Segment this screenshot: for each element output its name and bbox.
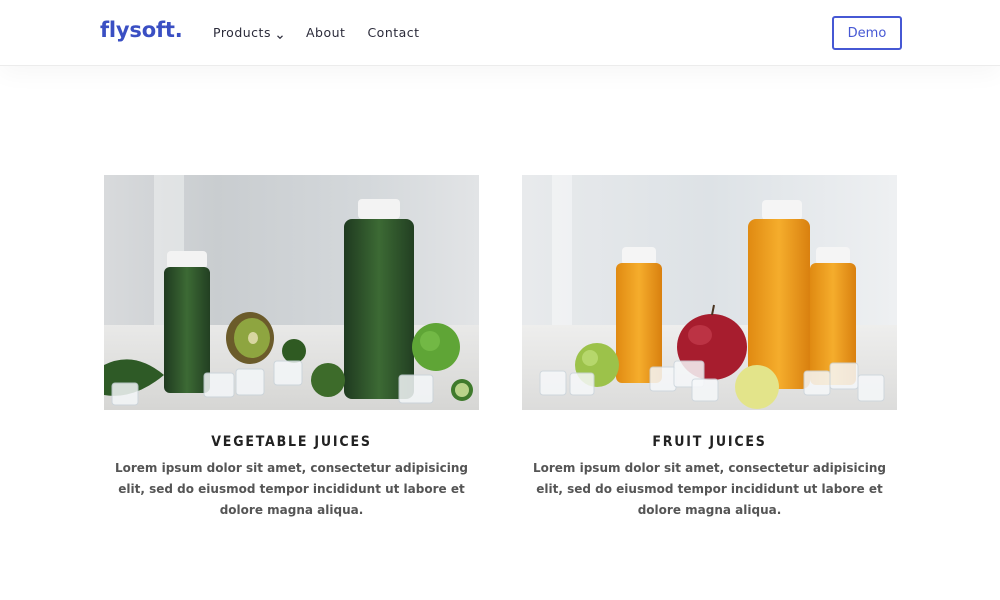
logo[interactable]: flysoft. bbox=[100, 18, 183, 42]
demo-button[interactable]: Demo bbox=[832, 16, 902, 50]
nav-item-label: Contact bbox=[367, 25, 420, 40]
product-card-fruit: FRUIT JUICES Lorem ipsum dolor sit amet,… bbox=[522, 175, 897, 521]
vegetable-juice-image bbox=[104, 175, 479, 410]
card-title: VEGETABLE JUICES bbox=[211, 434, 372, 450]
card-description: Lorem ipsum dolor sit amet, consectetur … bbox=[114, 461, 469, 517]
nav-item-contact[interactable]: Contact bbox=[367, 25, 419, 40]
site-header: flysoft. Products About Contact Demo bbox=[0, 0, 1000, 66]
card-title: FRUIT JUICES bbox=[652, 434, 767, 450]
nav-item-about[interactable]: About bbox=[306, 25, 345, 40]
nav-item-products[interactable]: Products bbox=[213, 25, 284, 40]
chevron-down-icon bbox=[276, 29, 284, 39]
nav-item-label: About bbox=[305, 25, 346, 40]
product-card-vegetable: VEGETABLE JUICES Lorem ipsum dolor sit a… bbox=[104, 175, 479, 521]
nav-item-label: Products bbox=[213, 25, 271, 40]
main-nav: Products About Contact bbox=[213, 25, 442, 40]
card-description: Lorem ipsum dolor sit amet, consectetur … bbox=[532, 461, 887, 517]
fruit-juice-image bbox=[522, 175, 897, 410]
